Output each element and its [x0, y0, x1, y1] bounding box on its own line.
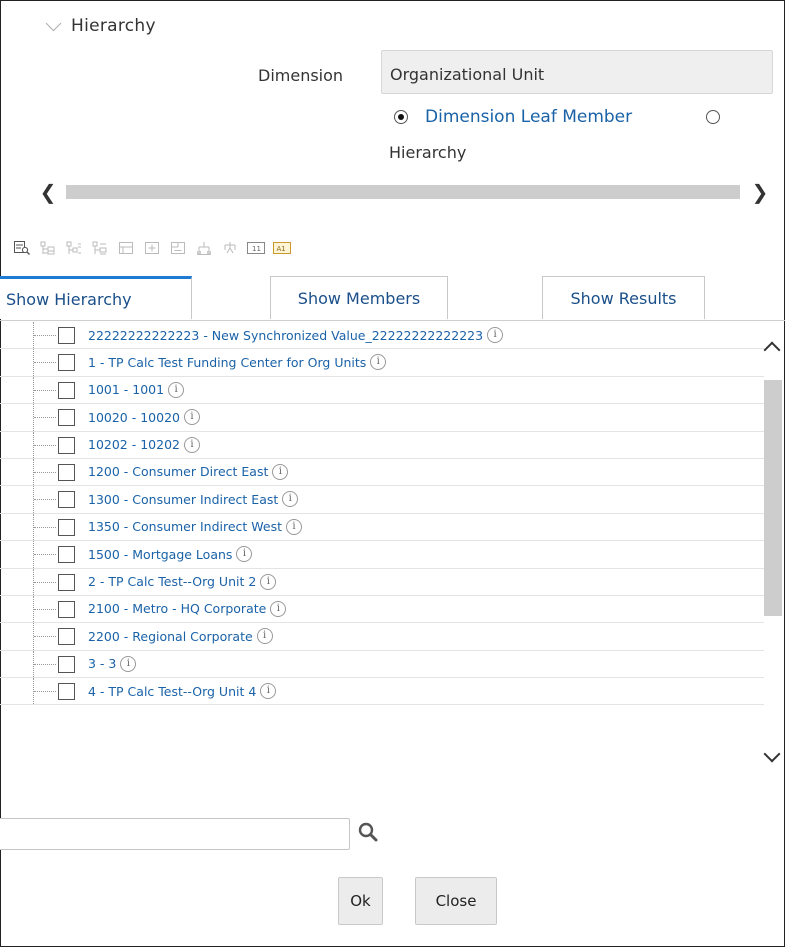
row-checkbox[interactable]: [58, 409, 75, 427]
chevron-down-icon: [45, 15, 62, 31]
row-checkbox[interactable]: [58, 327, 75, 344]
scroll-up-icon[interactable]: [763, 341, 781, 359]
tree-row[interactable]: 4 - TP Calc Test--Org Unit 4 i: [0, 678, 764, 706]
radio-hierarchy[interactable]: [706, 110, 720, 124]
tab-show-members[interactable]: Show Members: [270, 276, 448, 319]
tree-row[interactable]: 1350 - Consumer Indirect West i: [0, 513, 764, 542]
tree-row[interactable]: 22222222222223 - New Synchronized Value_…: [0, 322, 764, 350]
tree-item-label[interactable]: 1200 - Consumer Direct East: [88, 464, 268, 479]
vertical-scrollbar[interactable]: [763, 322, 785, 806]
scroll-left-icon[interactable]: ❮: [36, 180, 60, 204]
collapse-icon[interactable]: [64, 240, 84, 256]
tree-item-label[interactable]: 3 - 3: [88, 656, 116, 671]
search-icon[interactable]: [357, 821, 379, 843]
row-checkbox[interactable]: [58, 546, 75, 564]
search-input[interactable]: [0, 818, 350, 850]
row-checkbox[interactable]: [58, 381, 75, 399]
tree-toolbar: 11 A1: [12, 238, 292, 258]
radio-label-dimension-leaf-member[interactable]: Dimension Leaf Member: [425, 107, 632, 127]
plus-box-icon[interactable]: [142, 240, 162, 256]
tree-item-label[interactable]: 4 - TP Calc Test--Org Unit 4: [88, 684, 256, 699]
row-checkbox[interactable]: [58, 600, 75, 618]
tree-row[interactable]: 1300 - Consumer Indirect East i: [0, 486, 764, 514]
info-icon[interactable]: i: [282, 491, 299, 508]
horizontal-scrollbar[interactable]: ❮ ❯: [36, 180, 772, 204]
tree-item-label[interactable]: 1300 - Consumer Indirect East: [88, 492, 278, 507]
row-checkbox[interactable]: [58, 683, 75, 701]
tree-row[interactable]: 10020 - 10020 i: [0, 404, 764, 432]
tree-row[interactable]: 3 - 3 i: [0, 650, 764, 679]
row-checkbox[interactable]: [58, 354, 75, 372]
info-icon[interactable]: i: [286, 518, 303, 535]
dimension-label: Dimension: [258, 66, 344, 85]
tab-show-results[interactable]: Show Results: [542, 276, 705, 319]
section-title: Hierarchy: [71, 16, 156, 36]
ok-button[interactable]: Ok: [338, 877, 383, 925]
scroll-right-icon[interactable]: ❯: [748, 180, 772, 204]
info-icon[interactable]: i: [120, 655, 137, 672]
tree-item-label[interactable]: 2 - TP Calc Test--Org Unit 2: [88, 574, 256, 589]
tree-row[interactable]: 10202 - 10202 i: [0, 431, 764, 459]
row-checkbox[interactable]: [58, 436, 75, 454]
row-checkbox[interactable]: [58, 491, 75, 509]
svg-text:A1: A1: [277, 245, 286, 253]
tree-item-label[interactable]: 2200 - Regional Corporate: [88, 629, 253, 644]
tree-row[interactable]: 2 - TP Calc Test--Org Unit 2 i: [0, 568, 764, 596]
info-icon[interactable]: i: [487, 327, 504, 343]
expand-icon[interactable]: [38, 240, 58, 256]
radio-dimension-leaf-member[interactable]: [394, 110, 408, 124]
scrollbar-thumb[interactable]: [764, 380, 782, 616]
tree-item-label[interactable]: 2100 - Metro - HQ Corporate: [88, 601, 266, 616]
tree-row[interactable]: 1001 - 1001 i: [0, 376, 764, 405]
hierarchy-tree: 22222222222223 - New Synchronized Value_…: [0, 322, 764, 806]
info-icon[interactable]: i: [256, 628, 273, 645]
tree-item-label[interactable]: 1350 - Consumer Indirect West: [88, 519, 282, 534]
show-code-icon[interactable]: 11: [246, 240, 266, 256]
tree-row[interactable]: 2200 - Regional Corporate i: [0, 623, 764, 651]
hierarchy-section-toggle[interactable]: Hierarchy: [45, 15, 156, 36]
info-icon[interactable]: i: [168, 381, 185, 398]
info-icon[interactable]: i: [260, 683, 277, 700]
tree-row[interactable]: 1 - TP Calc Test Funding Center for Org …: [0, 349, 764, 377]
tree-item-label[interactable]: 1500 - Mortgage Loans: [88, 547, 232, 562]
row-checkbox[interactable]: [58, 573, 75, 591]
tree-row[interactable]: 1200 - Consumer Direct East i: [0, 458, 764, 487]
info-icon[interactable]: i: [370, 354, 387, 371]
scrollbar-thumb[interactable]: [66, 185, 740, 199]
tab-show-hierarchy[interactable]: Show Hierarchy: [0, 276, 192, 319]
scroll-down-icon[interactable]: [763, 745, 781, 763]
tree-item-label[interactable]: 1 - TP Calc Test Funding Center for Org …: [88, 355, 366, 370]
expand-branch-icon[interactable]: [90, 240, 110, 256]
row-checkbox[interactable]: [58, 655, 75, 673]
tree-row[interactable]: 2100 - Metro - HQ Corporate i: [0, 595, 764, 624]
row-checkbox[interactable]: [58, 518, 75, 536]
tree-row[interactable]: 1500 - Mortgage Loans i: [0, 541, 764, 569]
minus-box-icon[interactable]: [168, 240, 188, 256]
tree-icon[interactable]: [220, 240, 240, 256]
outline-icon[interactable]: [116, 240, 136, 256]
info-icon[interactable]: i: [184, 436, 200, 453]
info-icon[interactable]: i: [184, 409, 200, 426]
close-button[interactable]: Close: [415, 877, 497, 925]
hierarchy-icon[interactable]: [194, 240, 214, 256]
info-icon[interactable]: i: [236, 546, 253, 563]
tree-item-label[interactable]: 1001 - 1001: [88, 382, 164, 397]
info-icon[interactable]: i: [272, 463, 289, 480]
view-tabs: Show Hierarchy Show Members Show Results: [0, 276, 785, 321]
dimension-field[interactable]: Organizational Unit: [381, 50, 773, 94]
radio-label-hierarchy[interactable]: Hierarchy: [389, 143, 466, 162]
tree-item-label[interactable]: 10202 - 10202: [88, 437, 180, 452]
info-icon[interactable]: i: [260, 573, 277, 590]
tree-item-label[interactable]: 22222222222223 - New Synchronized Value_…: [88, 328, 483, 343]
svg-text:11: 11: [252, 245, 261, 253]
info-icon[interactable]: i: [270, 600, 287, 617]
row-checkbox[interactable]: [58, 628, 75, 646]
find-icon[interactable]: [12, 240, 32, 256]
show-name-icon[interactable]: A1: [272, 240, 292, 256]
tree-item-label[interactable]: 10020 - 10020: [88, 410, 180, 425]
row-checkbox[interactable]: [58, 463, 75, 481]
